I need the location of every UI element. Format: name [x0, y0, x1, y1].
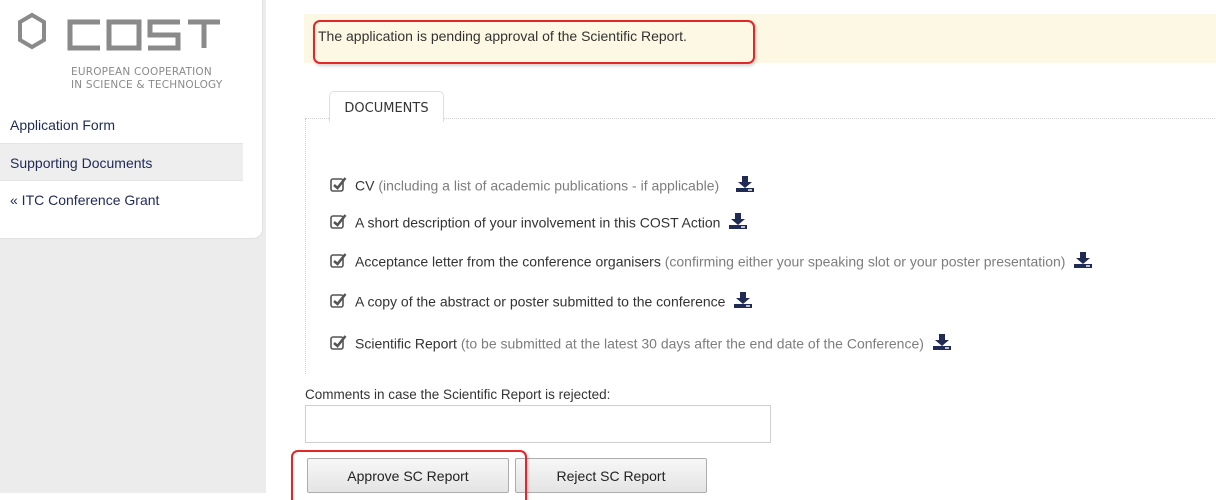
download-icon[interactable] [728, 212, 748, 233]
document-row-scientific-report: Scientific Report (to be submitted at th… [330, 333, 952, 355]
sidebar-panel: EUROPEAN COOPERATION IN SCIENCE & TECHNO… [0, 0, 263, 239]
document-title: Acceptance letter from the conference or… [355, 253, 661, 270]
document-note: (to be submitted at the latest 30 days a… [456, 335, 924, 352]
checkbox-checked-icon[interactable] [330, 176, 347, 195]
document-note: (including a list of academic publicatio… [374, 177, 720, 194]
document-row-abstract: A copy of the abstract or poster submitt… [330, 291, 753, 313]
comments-textarea[interactable] [305, 405, 771, 443]
checkbox-checked-icon[interactable] [330, 292, 347, 311]
document-row-acceptance-letter: Acceptance letter from the conference or… [330, 251, 1093, 273]
sidebar-item-application-form[interactable]: Application Form [0, 106, 243, 144]
checkbox-checked-icon[interactable] [330, 334, 347, 353]
tab-documents[interactable]: DOCUMENTS [329, 91, 444, 122]
document-row-involvement: A short description of your involvement … [330, 212, 748, 234]
download-icon[interactable] [735, 175, 755, 196]
logo-tagline: EUROPEAN COOPERATION IN SCIENCE & TECHNO… [71, 66, 241, 92]
download-icon[interactable] [1073, 251, 1093, 272]
document-title: A copy of the abstract or poster submitt… [355, 293, 726, 310]
status-highlight-annotation [313, 20, 755, 64]
tagline-line-2: IN SCIENCE & TECHNOLOGY [71, 79, 223, 91]
sidebar-item-itc-conference-grant[interactable]: « ITC Conference Grant [0, 181, 243, 219]
cost-logo-mark [18, 12, 220, 51]
document-note: (confirming either your speaking slot or… [660, 253, 1066, 270]
document-title: A short description of your involvement … [355, 214, 721, 231]
reject-sc-report-button[interactable]: Reject SC Report [515, 458, 707, 493]
comments-label: Comments in case the Scientific Report i… [305, 387, 611, 402]
document-title: Scientific Report [355, 335, 457, 352]
sidebar: EUROPEAN COOPERATION IN SCIENCE & TECHNO… [0, 0, 266, 493]
download-icon[interactable] [932, 333, 952, 354]
checkbox-checked-icon[interactable] [330, 252, 347, 271]
download-icon[interactable] [733, 291, 753, 312]
checkbox-checked-icon[interactable] [330, 213, 347, 232]
tagline-line-1: EUROPEAN COOPERATION [71, 66, 212, 78]
cost-logo: EUROPEAN COOPERATION IN SCIENCE & TECHNO… [8, 10, 228, 91]
document-row-cv: CV (including a list of academic publica… [330, 175, 755, 197]
document-title: CV [355, 177, 375, 194]
sidebar-item-supporting-documents[interactable]: Supporting Documents [0, 143, 243, 181]
